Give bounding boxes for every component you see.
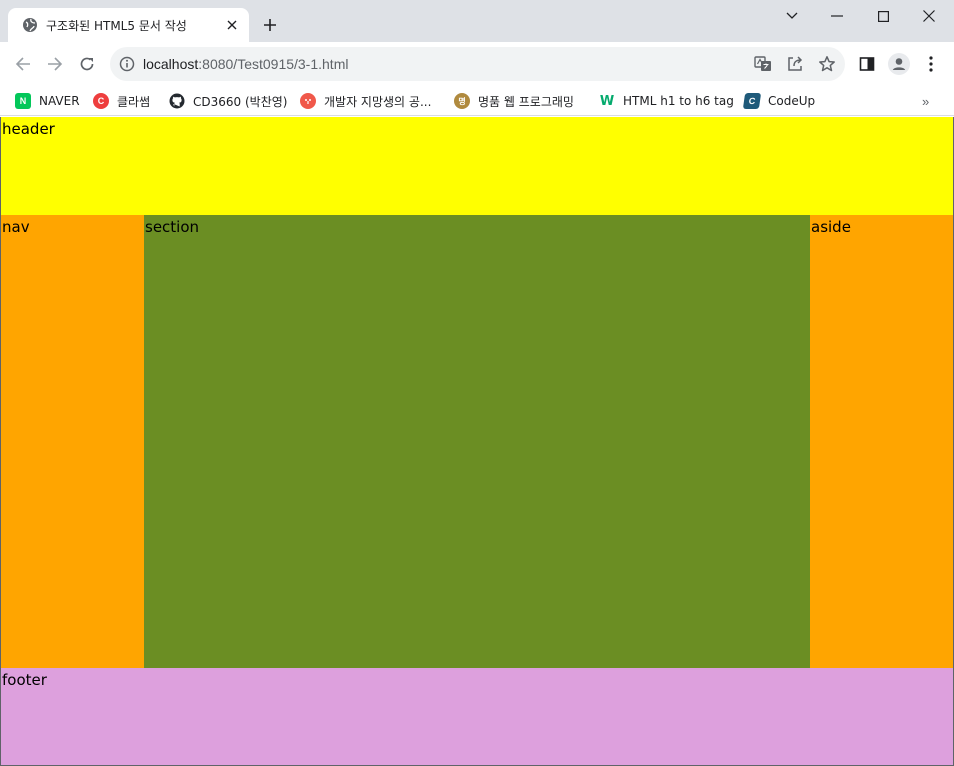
bookmark-label: NAVER: [39, 94, 80, 108]
star-icon[interactable]: [817, 54, 837, 74]
w3schools-icon: W: [599, 93, 615, 109]
bookmark-label: CD3660 (박찬영): [193, 94, 288, 109]
share-icon[interactable]: [785, 54, 805, 74]
kebab-menu-icon[interactable]: [920, 53, 942, 75]
bookmark-label: CodeUp: [768, 94, 816, 108]
bookmark-github[interactable]: CD3660 (박찬영): [169, 91, 287, 111]
window-close-icon[interactable]: [906, 0, 952, 32]
tab-title: 구조화된 HTML5 문서 작성: [46, 18, 187, 33]
forward-arrow-icon[interactable]: [41, 50, 69, 78]
reload-icon[interactable]: [73, 50, 101, 78]
footer-region: footer: [1, 668, 953, 765]
back-arrow-icon[interactable]: [9, 50, 37, 78]
browser-toolbar: localhost:8080/Test0915/3-1.html: [0, 42, 954, 86]
blog-icon: [300, 93, 316, 109]
bookmark-label: 클라썸: [117, 94, 151, 109]
bookmark-label: 개발자 지망생의 공...: [324, 94, 432, 109]
url-host: localhost: [143, 56, 199, 72]
bookmarks-bar: N NAVER C 클라썸 CD3660 (박찬영) 개발자 지망생의 공...…: [0, 86, 954, 116]
bookmark-codeup[interactable]: C CodeUp: [742, 91, 816, 111]
info-icon[interactable]: [118, 55, 136, 73]
chevron-down-icon[interactable]: [769, 0, 815, 32]
section-text: section: [145, 218, 200, 236]
url-path: :8080/Test0915/3-1.html: [198, 56, 349, 72]
naver-icon: N: [15, 93, 31, 109]
address-bar[interactable]: localhost:8080/Test0915/3-1.html: [110, 47, 845, 81]
bookmark-classum[interactable]: C 클라썸: [93, 91, 150, 111]
aside-text: aside: [811, 218, 851, 236]
bookmark-naver[interactable]: N NAVER: [15, 91, 80, 111]
new-tab-icon[interactable]: [259, 14, 281, 36]
bookmark-w3schools[interactable]: W HTML h1 to h6 tag: [599, 91, 734, 111]
translate-icon[interactable]: [753, 54, 773, 74]
aside-region: aside: [810, 215, 953, 668]
footer-text: footer: [2, 671, 47, 689]
classum-icon: C: [93, 93, 109, 109]
book-icon: 명: [454, 93, 470, 109]
page-viewport: header nav section aside footer: [0, 117, 954, 766]
bookmark-label: HTML h1 to h6 tag: [623, 94, 734, 108]
bookmarks-overflow-icon[interactable]: »: [922, 94, 929, 109]
globe-icon: [22, 17, 38, 33]
nav-region: nav: [1, 215, 144, 668]
tab-strip: 구조화된 HTML5 문서 작성: [0, 0, 954, 42]
bookmark-label: 명품 웹 프로그래밍: [478, 94, 574, 109]
github-icon: [169, 93, 185, 109]
header-region: header: [1, 117, 953, 215]
browser-tab[interactable]: 구조화된 HTML5 문서 작성: [8, 8, 249, 42]
nav-text: nav: [2, 218, 30, 236]
url-text[interactable]: localhost:8080/Test0915/3-1.html: [143, 56, 348, 72]
maximize-icon[interactable]: [860, 0, 906, 32]
profile-avatar-icon[interactable]: [888, 53, 910, 75]
bookmark-blog[interactable]: 개발자 지망생의 공...: [300, 91, 431, 111]
section-region: section: [144, 215, 810, 668]
close-tab-icon[interactable]: [223, 16, 241, 34]
header-text: header: [2, 120, 55, 138]
codeup-icon: C: [742, 93, 762, 109]
bookmark-book[interactable]: 명 명품 웹 프로그래밍: [454, 91, 574, 111]
side-panel-icon[interactable]: [856, 53, 878, 75]
minimize-icon[interactable]: [814, 0, 860, 32]
